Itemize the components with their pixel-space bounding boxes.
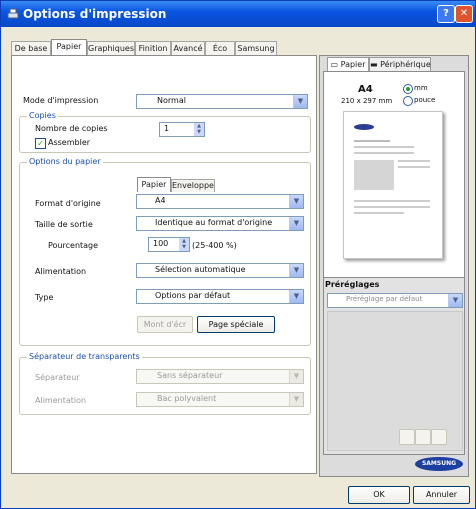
spinner-arrows-icon[interactable]: ▲ ▼ bbox=[194, 123, 204, 136]
tab-basic[interactable]: De base bbox=[11, 41, 51, 55]
transparency-group-title: Séparateur de transparents bbox=[27, 352, 142, 361]
chevron-down-icon: ▼ bbox=[289, 290, 303, 303]
unit-inch-label: pouce bbox=[414, 96, 436, 104]
presets-title: Préréglages bbox=[325, 280, 380, 289]
separator-value: Sans séparateur bbox=[157, 371, 223, 380]
source-label: Alimentation bbox=[35, 267, 87, 276]
close-button[interactable]: ✕ bbox=[455, 5, 473, 23]
ok-button[interactable]: OK bbox=[348, 486, 410, 504]
copies-count-value: 1 bbox=[164, 124, 170, 133]
copies-group-title: Copies bbox=[27, 111, 58, 120]
collate-checkbox[interactable]: ✓ bbox=[35, 138, 46, 149]
paper-options-group-title: Options du papier bbox=[27, 157, 103, 166]
chevron-down-icon: ▼ bbox=[289, 370, 303, 383]
chevron-down-icon: ▼ bbox=[289, 264, 303, 277]
print-options-window: Options d'impression ? ✕ De base Papier … bbox=[0, 0, 476, 509]
type-select[interactable]: Options par défaut ▼ bbox=[136, 289, 304, 304]
special-page-button[interactable]: Page spéciale bbox=[197, 316, 275, 333]
help-button[interactable]: ? bbox=[437, 5, 455, 23]
preview-tab-paper[interactable]: ▭ Papier bbox=[327, 57, 369, 72]
printer-small-icon: ▬ bbox=[370, 60, 378, 69]
print-mode-select[interactable]: Normal ▼ bbox=[136, 94, 308, 109]
cancel-button[interactable]: Annuler bbox=[413, 486, 470, 504]
original-format-value: A4 bbox=[155, 196, 166, 205]
presets-select[interactable]: Préréglage par défaut ▼ bbox=[327, 293, 463, 308]
preset-save-icon[interactable] bbox=[415, 429, 431, 445]
tab-finishing[interactable]: Finition bbox=[135, 41, 171, 55]
print-mode-value: Normal bbox=[157, 96, 186, 105]
page-preview bbox=[343, 111, 443, 259]
spinner-arrows-icon[interactable]: ▲ ▼ bbox=[179, 238, 189, 251]
brand-mark-icon bbox=[354, 124, 374, 130]
unit-mm-label: mm bbox=[414, 84, 428, 92]
tab-graphics[interactable]: Graphiques bbox=[87, 41, 135, 55]
transparency-source-select[interactable]: Bac polyvalent ▼ bbox=[136, 392, 304, 407]
subtab-envelope[interactable]: Enveloppe bbox=[171, 179, 215, 192]
printer-icon bbox=[7, 8, 19, 19]
page-icon: ▭ bbox=[330, 60, 339, 69]
source-select[interactable]: Sélection automatique ▼ bbox=[136, 263, 304, 278]
chevron-down-icon: ▼ bbox=[293, 95, 307, 108]
output-size-select[interactable]: Identique au format d'origine ▼ bbox=[136, 216, 304, 231]
percentage-range: (25-400 %) bbox=[192, 241, 237, 250]
preview-tab-device-label: Périphérique bbox=[380, 60, 431, 69]
chevron-down-icon: ▼ bbox=[289, 217, 303, 230]
tab-advanced[interactable]: Avancé bbox=[171, 41, 205, 55]
window-title: Options d'impression bbox=[23, 7, 167, 21]
presets-value: Préréglage par défaut bbox=[346, 295, 423, 303]
collate-label: Assembler bbox=[48, 138, 91, 147]
separator-select[interactable]: Sans séparateur ▼ bbox=[136, 369, 304, 384]
preset-add-icon[interactable] bbox=[399, 429, 415, 445]
preview-tab-paper-label: Papier bbox=[340, 60, 366, 69]
source-value: Sélection automatique bbox=[155, 265, 246, 274]
tab-samsung[interactable]: Samsung bbox=[235, 41, 277, 55]
preview-tab-device[interactable]: ▬ Périphérique bbox=[369, 57, 431, 72]
type-value: Options par défaut bbox=[155, 291, 231, 300]
transparency-source-label: Alimentation bbox=[35, 396, 87, 405]
subtab-paper[interactable]: Papier bbox=[137, 177, 171, 192]
image-placeholder-icon bbox=[354, 160, 394, 190]
paper-dimensions: 210 x 297 mm bbox=[341, 97, 393, 105]
copies-count-spinner[interactable]: 1 ▲ ▼ bbox=[159, 122, 205, 137]
separator-label: Séparateur bbox=[35, 373, 80, 382]
percentage-label: Pourcentage bbox=[48, 241, 99, 250]
transparency-source-value: Bac polyvalent bbox=[157, 394, 217, 403]
preset-delete-icon[interactable] bbox=[431, 429, 447, 445]
chevron-down-icon: ▼ bbox=[448, 294, 462, 307]
chevron-down-icon: ▼ bbox=[289, 195, 303, 208]
output-size-value: Identique au format d'origine bbox=[155, 218, 273, 227]
tab-paper[interactable]: Papier bbox=[51, 39, 87, 56]
title-bar: Options d'impression ? ✕ bbox=[1, 1, 475, 27]
original-format-label: Format d'origine bbox=[35, 199, 101, 208]
samsung-logo: SAMSUNG bbox=[415, 457, 463, 471]
print-mode-label: Mode d'impression bbox=[23, 96, 99, 105]
copies-count-label: Nombre de copies bbox=[35, 124, 108, 133]
unit-inch-radio[interactable] bbox=[403, 96, 413, 106]
chevron-down-icon: ▼ bbox=[289, 393, 303, 406]
percentage-spinner[interactable]: 100 ▲ ▼ bbox=[148, 237, 190, 252]
type-label: Type bbox=[35, 293, 54, 302]
paper-name: A4 bbox=[358, 84, 373, 95]
percentage-value: 100 bbox=[153, 239, 169, 248]
original-format-select[interactable]: A4 ▼ bbox=[136, 194, 304, 209]
unit-mm-radio[interactable] bbox=[403, 84, 413, 94]
output-size-label: Taille de sortie bbox=[35, 220, 93, 229]
cover-button[interactable]: Mont d'écr bbox=[137, 316, 193, 333]
tab-eco[interactable]: Éco bbox=[205, 41, 235, 55]
